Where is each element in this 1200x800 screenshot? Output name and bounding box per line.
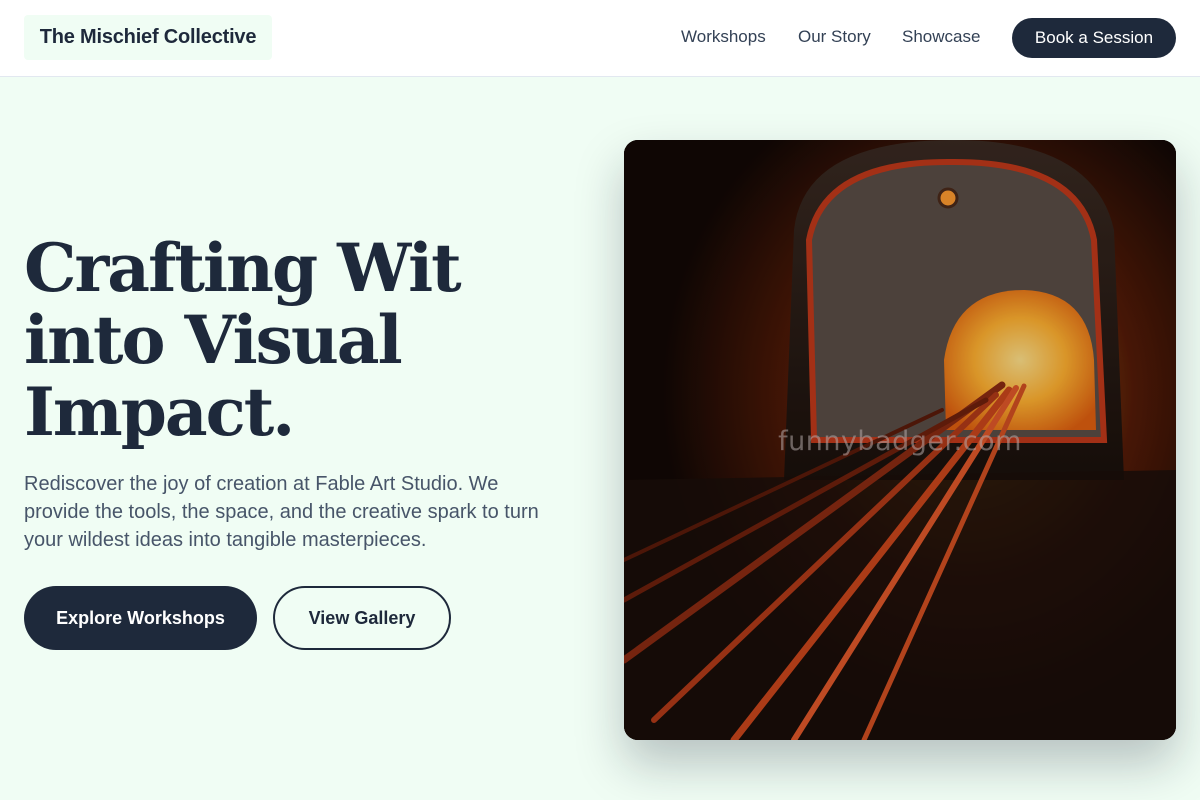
navbar: The Mischief Collective Workshops Our St… <box>0 0 1200 77</box>
explore-workshops-button[interactable]: Explore Workshops <box>24 586 257 650</box>
hero-image-furnace: funnybadger.com <box>624 140 1176 740</box>
hero-description: Rediscover the joy of creation at Fable … <box>24 473 539 551</box>
view-gallery-button[interactable]: View Gallery <box>273 586 451 650</box>
book-session-button[interactable]: Book a Session <box>1012 18 1176 58</box>
nav-link-workshops[interactable]: Workshops <box>681 27 766 47</box>
hero-title: Crafting Wit into Visual Impact. <box>24 232 544 448</box>
hero-title-line: into Visual <box>24 301 403 379</box>
nav-link-our-story[interactable]: Our Story <box>798 27 871 47</box>
image-watermark: funnybadger.com <box>778 426 1022 457</box>
hero-title-line: Impact. <box>24 373 295 451</box>
nav-link-showcase[interactable]: Showcase <box>902 27 980 47</box>
hero-title-line: Crafting Wit <box>24 229 462 307</box>
